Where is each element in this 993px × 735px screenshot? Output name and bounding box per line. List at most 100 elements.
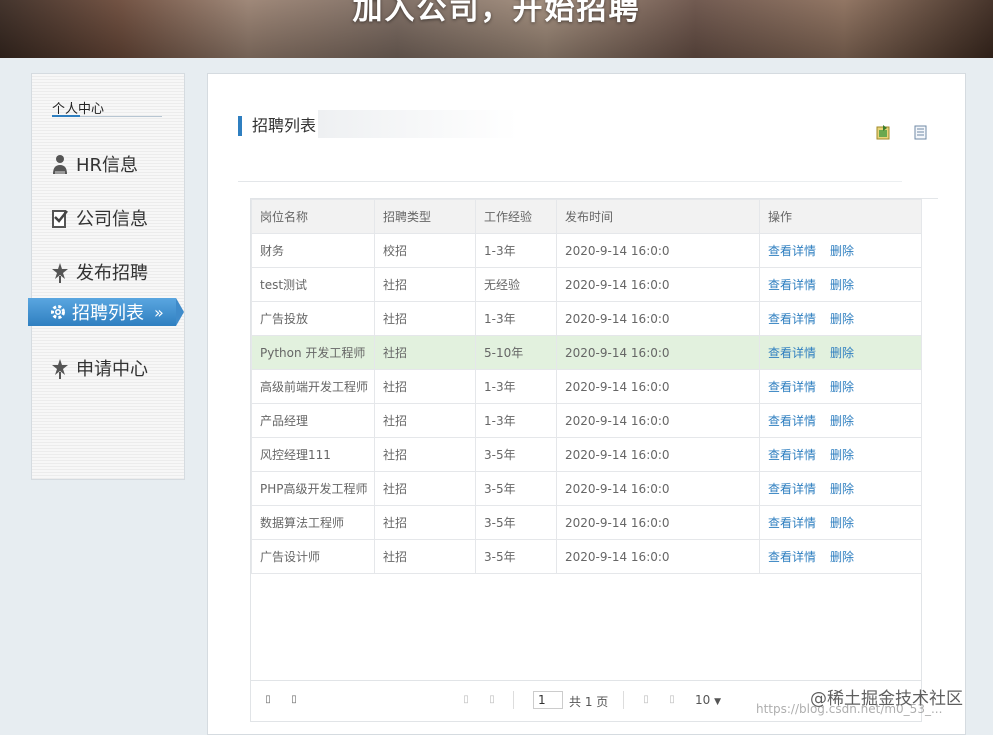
prev-page-icon[interactable]: ▯ <box>487 694 497 705</box>
page-total-text: 共 1 页 <box>569 695 609 709</box>
job-name-cell: PHP高级开发工程师 <box>251 471 375 506</box>
pin-icon <box>52 262 68 283</box>
page-number-input[interactable] <box>533 691 563 709</box>
view-details-link[interactable]: 查看详情 <box>768 448 816 462</box>
view-details-link[interactable]: 查看详情 <box>768 346 816 360</box>
actions-cell: 查看详情 删除 <box>759 369 922 404</box>
job-name-cell: 产品经理 <box>251 403 375 438</box>
last-page-icon[interactable]: ▯ <box>667 694 677 705</box>
experience-cell: 3-5年 <box>475 505 557 540</box>
job-name-cell: 财务 <box>251 233 375 268</box>
document-icon[interactable] <box>914 125 928 140</box>
job-table-container: 岗位名称 招聘类型 工作经验 发布时间 操作 财务 校招 1-3年 2020-9-14… <box>250 198 922 722</box>
delete-link[interactable]: 删除 <box>830 244 854 258</box>
experience-cell: 1-3年 <box>475 403 557 438</box>
view-details-link[interactable]: 查看详情 <box>768 516 816 530</box>
experience-cell: 3-5年 <box>475 471 557 506</box>
job-name-cell: 数据算法工程师 <box>251 505 375 540</box>
sidebar-item-label: HR信息 <box>76 155 139 176</box>
page-title: 招聘列表 <box>238 116 316 136</box>
delete-link[interactable]: 删除 <box>830 312 854 326</box>
view-details-link[interactable]: 查看详情 <box>768 550 816 564</box>
publish-time-cell: 2020-9-14 16:0:0 <box>556 437 760 472</box>
job-name-cell: test测试 <box>251 267 375 302</box>
experience-cell: 3-5年 <box>475 437 557 472</box>
header-banner: 加入公司，开始招聘 <box>0 0 993 58</box>
pager-separator <box>513 691 514 709</box>
table-row: 风控经理111 社招 3-5年 2020-9-14 16:0:0 查看详情 删除 <box>251 437 922 472</box>
delete-link[interactable]: 删除 <box>830 346 854 360</box>
job-type-cell: 社招 <box>374 471 476 506</box>
sidebar-item-hr-info[interactable]: HR信息 <box>52 151 138 177</box>
job-type-cell: 社招 <box>374 267 476 302</box>
job-name-cell: 高级前端开发工程师 <box>251 369 375 404</box>
delete-link[interactable]: 删除 <box>830 414 854 428</box>
sidebar-item-job-list[interactable]: 招聘列表 » <box>28 298 184 326</box>
pager-option-icon[interactable]: ▯ <box>263 694 273 705</box>
job-name-cell: 广告投放 <box>251 301 375 336</box>
job-type-cell: 社招 <box>374 403 476 438</box>
actions-cell: 查看详情 删除 <box>759 267 922 302</box>
view-details-link[interactable]: 查看详情 <box>768 482 816 496</box>
sidebar-item-label: 招聘列表 <box>72 303 144 324</box>
column-header-publish-time[interactable]: 发布时间 <box>556 199 760 234</box>
sidebar-item-post-job[interactable]: 发布招聘 <box>52 259 148 285</box>
table-row: 广告投放 社招 1-3年 2020-9-14 16:0:0 查看详情 删除 <box>251 301 922 336</box>
experience-cell: 1-3年 <box>475 369 557 404</box>
title-decoration <box>318 110 518 138</box>
delete-link[interactable]: 删除 <box>830 482 854 496</box>
publish-time-cell: 2020-9-14 16:0:0 <box>556 403 760 438</box>
sidebar-heading-underline <box>52 115 162 117</box>
view-details-link[interactable]: 查看详情 <box>768 244 816 258</box>
actions-cell: 查看详情 删除 <box>759 403 922 438</box>
banner-title: 加入公司，开始招聘 <box>352 0 641 27</box>
sidebar: 个人中心 HR信息 公司信息 发布招聘 申请中心 <box>31 73 185 480</box>
job-type-cell: 社招 <box>374 437 476 472</box>
table-header-row: 岗位名称 招聘类型 工作经验 发布时间 操作 <box>251 199 922 234</box>
view-details-link[interactable]: 查看详情 <box>768 278 816 292</box>
delete-link[interactable]: 删除 <box>830 448 854 462</box>
next-page-icon[interactable]: ▯ <box>641 694 651 705</box>
column-header-job-type[interactable]: 招聘类型 <box>374 199 476 234</box>
job-name-cell: 风控经理111 <box>251 437 375 472</box>
publish-time-cell: 2020-9-14 16:0:0 <box>556 301 760 336</box>
delete-link[interactable]: 删除 <box>830 278 854 292</box>
table-row: PHP高级开发工程师 社招 3-5年 2020-9-14 16:0:0 查看详情 删除 <box>251 471 922 506</box>
view-details-link[interactable]: 查看详情 <box>768 312 816 326</box>
publish-time-cell: 2020-9-14 16:0:0 <box>556 505 760 540</box>
pin-icon <box>52 358 68 379</box>
page-size-select[interactable]: 10 ▼ <box>695 693 721 707</box>
actions-cell: 查看详情 删除 <box>759 335 922 370</box>
job-type-cell: 社招 <box>374 369 476 404</box>
delete-link[interactable]: 删除 <box>830 380 854 394</box>
publish-time-cell: 2020-9-14 16:0:0 <box>556 335 760 370</box>
delete-link[interactable]: 删除 <box>830 550 854 564</box>
experience-cell: 5-10年 <box>475 335 557 370</box>
sidebar-item-company-info[interactable]: 公司信息 <box>52 205 148 231</box>
experience-cell: 无经验 <box>475 267 557 302</box>
actions-cell: 查看详情 删除 <box>759 505 922 540</box>
table-row: Python 开发工程师 社招 5-10年 2020-9-14 16:0:0 查看详情删… <box>251 335 922 370</box>
chevron-double-right-icon: » <box>154 302 164 322</box>
pager-option-icon[interactable]: ▯ <box>289 694 299 705</box>
table-row: 财务 校招 1-3年 2020-9-14 16:0:0 查看详情 删除 <box>251 233 922 268</box>
pager-separator <box>623 691 624 709</box>
sidebar-item-application-center[interactable]: 申请中心 <box>52 355 148 381</box>
actions-cell: 查看详情 删除 <box>759 301 922 336</box>
view-details-link[interactable]: 查看详情 <box>768 414 816 428</box>
job-type-cell: 社招 <box>374 539 476 574</box>
experience-cell: 1-3年 <box>475 233 557 268</box>
page-size-value: 10 <box>695 693 711 707</box>
first-page-icon[interactable]: ▯ <box>461 694 471 705</box>
actions-cell: 查看详情 删除 <box>759 233 922 268</box>
sidebar-item-label: 公司信息 <box>76 209 148 230</box>
delete-link[interactable]: 删除 <box>830 516 854 530</box>
view-details-link[interactable]: 查看详情 <box>768 380 816 394</box>
checklist-icon <box>52 208 68 228</box>
table-row: test测试 社招 无经验 2020-9-14 16:0:0 查看详情 删除 <box>251 267 922 302</box>
column-header-job-name[interactable]: 岗位名称 <box>251 199 375 234</box>
publish-time-cell: 2020-9-14 16:0:0 <box>556 471 760 506</box>
column-header-experience[interactable]: 工作经验 <box>475 199 557 234</box>
actions-cell: 查看详情 删除 <box>759 437 922 472</box>
export-excel-icon[interactable] <box>876 125 890 140</box>
